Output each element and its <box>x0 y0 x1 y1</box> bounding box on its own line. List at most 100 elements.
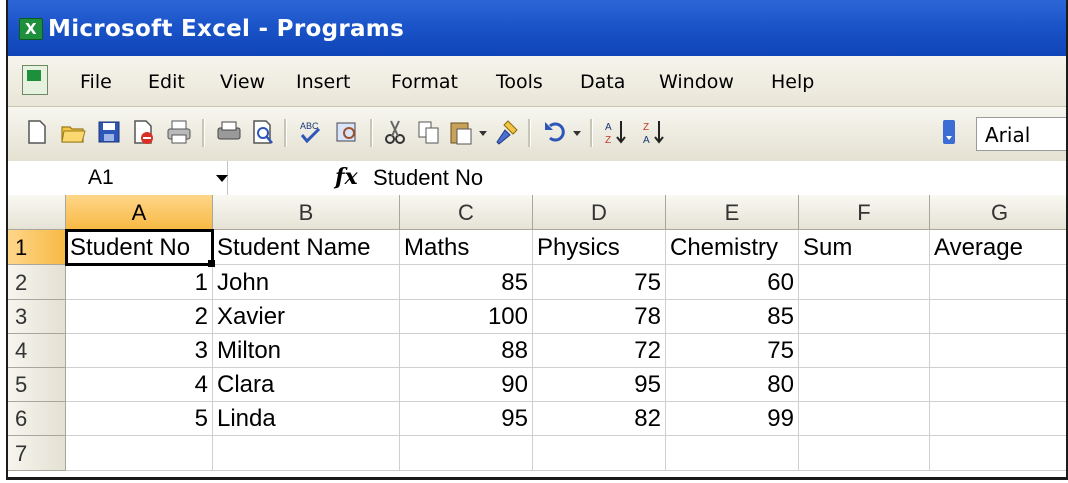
row-header-4[interactable]: 4 <box>8 334 66 368</box>
permission-icon[interactable] <box>130 118 156 146</box>
save-icon[interactable] <box>96 118 122 146</box>
spelling-icon[interactable]: ABC <box>298 118 324 146</box>
cell-d4[interactable]: 72 <box>533 334 666 368</box>
row-header-1[interactable]: 1 <box>8 230 66 265</box>
cell-e6[interactable]: 99 <box>666 402 799 436</box>
menu-tools[interactable]: Tools <box>496 71 543 93</box>
cell-d7[interactable] <box>533 436 666 471</box>
cell-c3[interactable]: 100 <box>400 300 533 334</box>
cell-a5[interactable]: 4 <box>66 368 213 402</box>
cell-a2[interactable]: 1 <box>66 265 213 300</box>
cell-f6[interactable] <box>799 402 930 436</box>
column-header-e[interactable]: E <box>666 195 799 230</box>
new-document-icon[interactable] <box>24 118 50 146</box>
insert-function-icon[interactable]: fx <box>335 164 358 190</box>
cell-b6[interactable]: Linda <box>213 402 400 436</box>
cell-e4[interactable]: 75 <box>666 334 799 368</box>
column-header-f[interactable]: F <box>799 195 930 230</box>
cell-a4[interactable]: 3 <box>66 334 213 368</box>
workbook-icon[interactable] <box>22 65 48 95</box>
column-header-d[interactable]: D <box>533 195 666 230</box>
cell-g5[interactable] <box>930 368 1066 402</box>
column-header-a[interactable]: A <box>66 195 213 230</box>
paste-options-dropdown-icon[interactable] <box>476 118 490 146</box>
fill-handle[interactable] <box>208 260 215 267</box>
cell-d5[interactable]: 95 <box>533 368 666 402</box>
research-icon[interactable] <box>334 118 360 146</box>
cell-f4[interactable] <box>799 334 930 368</box>
cell-g1[interactable]: Average <box>930 230 1066 265</box>
cell-a3[interactable]: 2 <box>66 300 213 334</box>
cell-b5[interactable]: Clara <box>213 368 400 402</box>
undo-icon[interactable] <box>542 118 568 146</box>
menu-data[interactable]: Data <box>580 71 625 93</box>
toolbar-options-icon[interactable] <box>942 118 956 146</box>
cell-e5[interactable]: 80 <box>666 368 799 402</box>
cell-f1[interactable]: Sum <box>799 230 930 265</box>
cell-g3[interactable] <box>930 300 1066 334</box>
copy-icon[interactable] <box>416 118 442 146</box>
column-header-g[interactable]: G <box>930 195 1066 230</box>
menu-help[interactable]: Help <box>771 71 814 93</box>
cell-f5[interactable] <box>799 368 930 402</box>
cell-a6[interactable]: 5 <box>66 402 213 436</box>
cell-f7[interactable] <box>799 436 930 471</box>
row-header-2[interactable]: 2 <box>8 265 66 300</box>
column-header-b[interactable]: B <box>213 195 400 230</box>
menu-view[interactable]: View <box>220 71 265 93</box>
cell-c6[interactable]: 95 <box>400 402 533 436</box>
name-box[interactable]: A1 <box>8 161 228 195</box>
font-name-select[interactable]: Arial <box>976 117 1066 151</box>
menu-file[interactable]: File <box>80 71 112 93</box>
cell-e1[interactable]: Chemistry <box>666 230 799 265</box>
row-header-3[interactable]: 3 <box>8 300 66 334</box>
cell-e2[interactable]: 60 <box>666 265 799 300</box>
cell-f3[interactable] <box>799 300 930 334</box>
cell-d6[interactable]: 82 <box>533 402 666 436</box>
menu-format[interactable]: Format <box>391 71 458 93</box>
name-box-dropdown-icon[interactable] <box>216 175 228 182</box>
cell-g7[interactable] <box>930 436 1066 471</box>
svg-text:A: A <box>643 135 650 146</box>
formula-input[interactable]: Student No <box>373 161 483 195</box>
row-header-5[interactable]: 5 <box>8 368 66 402</box>
cell-a7[interactable] <box>66 436 213 471</box>
quick-print-icon[interactable] <box>216 118 242 146</box>
open-folder-icon[interactable] <box>60 118 86 146</box>
row-header-6[interactable]: 6 <box>8 402 66 436</box>
cell-c5[interactable]: 90 <box>400 368 533 402</box>
menu-edit[interactable]: Edit <box>148 71 185 93</box>
cell-d2[interactable]: 75 <box>533 265 666 300</box>
cell-g2[interactable] <box>930 265 1066 300</box>
cell-b2[interactable]: John <box>213 265 400 300</box>
cell-e3[interactable]: 85 <box>666 300 799 334</box>
undo-dropdown-icon[interactable] <box>570 118 584 146</box>
sort-ascending-icon[interactable]: A Z <box>604 118 630 146</box>
select-all-corner[interactable] <box>8 195 66 230</box>
cut-icon[interactable] <box>382 118 408 146</box>
print-icon[interactable] <box>166 118 192 146</box>
cell-b1[interactable]: Student Name <box>213 230 400 265</box>
print-preview-icon[interactable] <box>250 118 276 146</box>
menu-window[interactable]: Window <box>659 71 734 93</box>
cell-c1[interactable]: Maths <box>400 230 533 265</box>
cell-e7[interactable] <box>666 436 799 471</box>
column-header-c[interactable]: C <box>400 195 533 230</box>
cell-c2[interactable]: 85 <box>400 265 533 300</box>
cell-c7[interactable] <box>400 436 533 471</box>
row-header-7[interactable]: 7 <box>8 436 66 471</box>
cell-d3[interactable]: 78 <box>533 300 666 334</box>
cell-b7[interactable] <box>213 436 400 471</box>
sort-descending-icon[interactable]: Z A <box>642 118 668 146</box>
format-painter-icon[interactable] <box>494 118 520 146</box>
paste-icon[interactable] <box>448 118 474 146</box>
menu-insert[interactable]: Insert <box>296 71 351 93</box>
cell-g4[interactable] <box>930 334 1066 368</box>
cell-c4[interactable]: 88 <box>400 334 533 368</box>
cell-f2[interactable] <box>799 265 930 300</box>
cell-d1[interactable]: Physics <box>533 230 666 265</box>
cell-b4[interactable]: Milton <box>213 334 400 368</box>
cell-g6[interactable] <box>930 402 1066 436</box>
cell-a1[interactable]: Student No <box>65 229 214 266</box>
cell-b3[interactable]: Xavier <box>213 300 400 334</box>
